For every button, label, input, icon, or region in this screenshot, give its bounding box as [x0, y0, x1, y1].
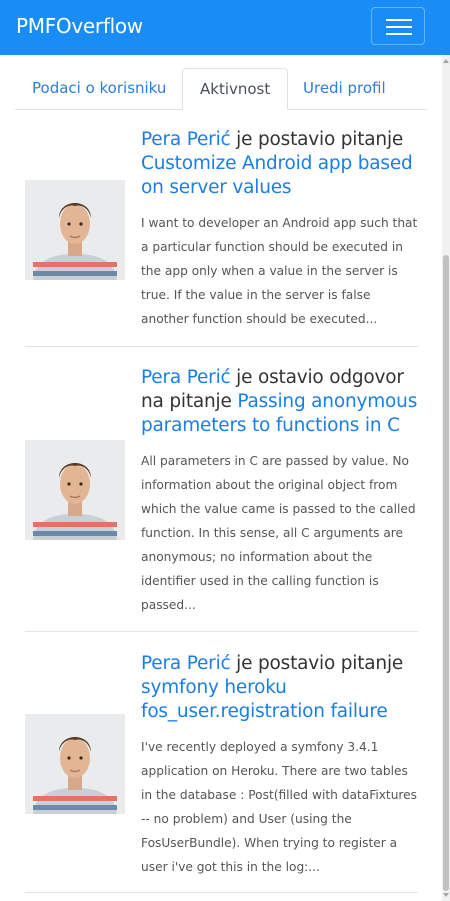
user-link[interactable]: Pera Perić [141, 653, 231, 674]
scrollbar-thumb[interactable] [443, 255, 449, 891]
activity-excerpt: All parameters in C are passed by value.… [141, 454, 416, 612]
question-link[interactable]: Customize Android app based on server va… [141, 153, 413, 198]
hamburger-menu-icon [386, 19, 412, 21]
divider [25, 892, 418, 893]
user-photo-icon [25, 180, 125, 280]
avatar[interactable] [25, 714, 125, 814]
user-link[interactable]: Pera Perić [141, 367, 231, 388]
activity-heading: Pera Perić je postavio pitanje symfony h… [141, 652, 421, 724]
user-photo-icon [25, 714, 125, 814]
activity-excerpt: I want to developer an Android app such … [141, 216, 418, 326]
activity-content: Pera Perić je postavio pitanje Customize… [141, 128, 421, 331]
navbar: PMFOverflow [0, 0, 450, 55]
activity-content: Pera Perić je ostavio odgovor na pitanje… [141, 366, 421, 617]
activity-heading: Pera Perić je postavio pitanje Customize… [141, 128, 421, 200]
question-link[interactable]: symfony heroku fos_user.registration fai… [141, 677, 388, 722]
avatar[interactable] [25, 440, 125, 540]
scrollbar[interactable] [442, 55, 450, 901]
tab-user-info[interactable]: Podaci o korisniku [15, 68, 183, 110]
profile-tabs: Podaci o korisniku Aktivnost Uredi profi… [15, 68, 427, 110]
divider [25, 631, 418, 632]
activity-action: je postavio pitanje [230, 129, 404, 150]
tab-activity[interactable]: Aktivnost [182, 68, 289, 110]
menu-toggle-button[interactable] [371, 7, 425, 45]
scroll-down-icon[interactable] [442, 891, 450, 899]
user-photo-icon [25, 440, 125, 540]
brand-logo[interactable]: PMFOverflow [16, 14, 143, 38]
activity-heading: Pera Perić je ostavio odgovor na pitanje… [141, 366, 421, 438]
scroll-up-icon[interactable] [442, 57, 450, 65]
activity-action: je postavio pitanje [230, 653, 404, 674]
avatar[interactable] [25, 180, 125, 280]
tab-edit-profile[interactable]: Uredi profil [286, 68, 403, 110]
activity-excerpt: I've recently deployed a symfony 3.4.1 a… [141, 740, 418, 874]
user-link[interactable]: Pera Perić [141, 129, 231, 150]
activity-content: Pera Perić je postavio pitanje symfony h… [141, 652, 421, 879]
divider [25, 346, 418, 347]
